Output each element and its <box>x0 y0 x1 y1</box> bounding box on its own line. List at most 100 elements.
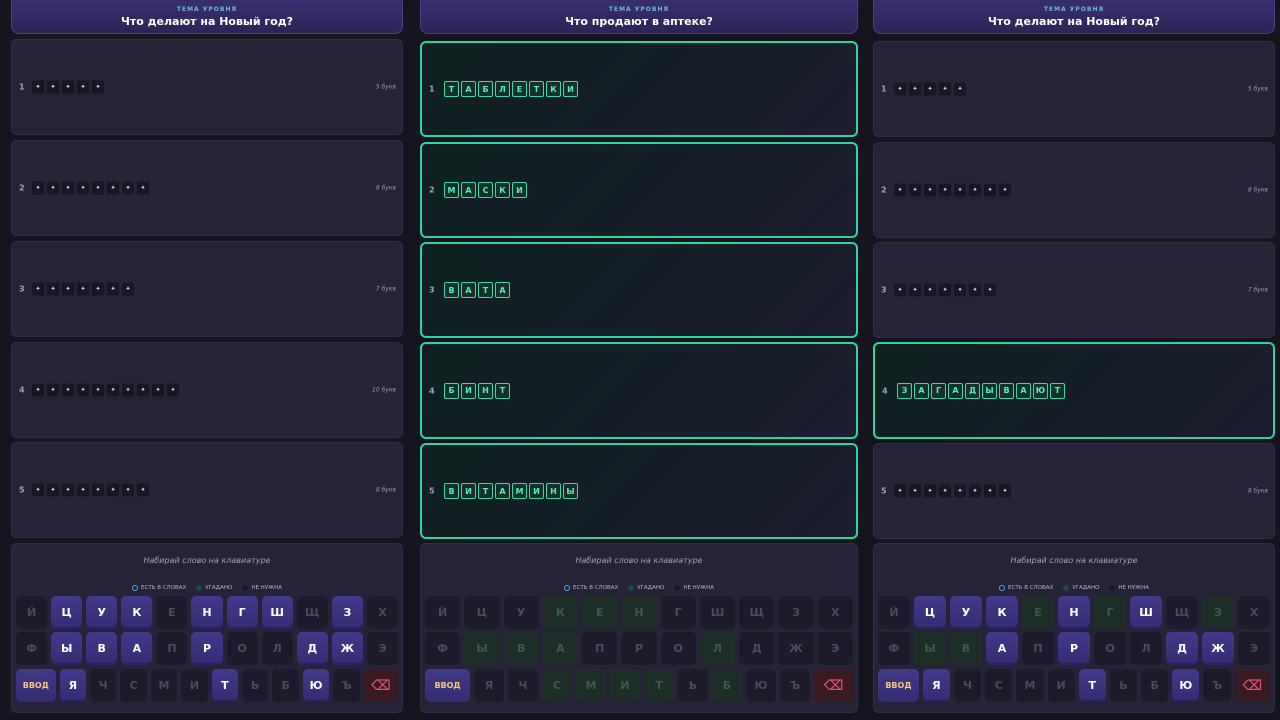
word-row[interactable]: 3ВАТА <box>420 242 858 338</box>
backspace-button[interactable]: ⌫ <box>814 669 853 702</box>
key-Ж[interactable]: Ж <box>778 632 814 665</box>
key-И[interactable]: И <box>610 669 640 702</box>
key-Ш[interactable]: Ш <box>1130 596 1162 629</box>
key-Т[interactable]: Т <box>1078 669 1106 702</box>
key-В[interactable]: В <box>86 632 118 665</box>
key-Р[interactable]: Р <box>1058 632 1090 665</box>
enter-button[interactable]: ВВОД <box>16 669 56 702</box>
key-А[interactable]: А <box>542 632 579 665</box>
key-И[interactable]: И <box>181 669 208 702</box>
key-Р[interactable]: Р <box>191 632 223 665</box>
key-Е[interactable]: Е <box>1022 596 1054 629</box>
key-У[interactable]: У <box>86 596 118 629</box>
key-Т[interactable]: Т <box>644 669 674 702</box>
key-К[interactable]: К <box>121 596 153 629</box>
key-О[interactable]: О <box>660 632 696 665</box>
word-row[interactable]: 28 букв ✦ ✦ ✦ ✦ ✦ ✦ ✦ ✦ <box>873 142 1275 238</box>
key-Т[interactable]: Т <box>211 669 239 702</box>
key-У[interactable]: У <box>950 596 982 629</box>
key-Э[interactable]: Э <box>1238 632 1270 665</box>
key-З[interactable]: З <box>778 596 814 629</box>
key-Ы[interactable]: Ы <box>464 632 500 665</box>
word-row[interactable]: 37 букв ✦ ✦ ✦ ✦ ✦ ✦ ✦ <box>873 242 1275 338</box>
key-Ч[interactable]: Ч <box>90 669 117 702</box>
word-row[interactable]: 4 10 букв ✦ ✦ ✦ ✦ ✦ ✦ ✦ ✦ ✦ ✦ <box>11 342 403 438</box>
key-С[interactable]: С <box>120 669 147 702</box>
key-Ъ[interactable]: Ъ <box>1203 669 1231 702</box>
key-Й[interactable]: Й <box>878 596 910 629</box>
key-Ь[interactable]: Ь <box>1109 669 1138 702</box>
key-Л[interactable]: Л <box>699 632 736 665</box>
key-Д[interactable]: Д <box>1166 632 1198 665</box>
key-Х[interactable]: Х <box>1238 596 1270 629</box>
key-К[interactable]: К <box>542 596 579 629</box>
key-Й[interactable]: Й <box>425 596 461 629</box>
word-row[interactable]: 37 букв ✦ ✦ ✦ ✦ ✦ ✦ ✦ <box>11 241 403 337</box>
key-Е[interactable]: Е <box>582 596 618 629</box>
key-О[interactable]: О <box>226 632 258 665</box>
key-Ъ[interactable]: Ъ <box>780 669 810 702</box>
key-Е[interactable]: Е <box>156 596 188 629</box>
key-В[interactable]: В <box>950 632 982 665</box>
key-С[interactable]: С <box>542 669 572 702</box>
key-А[interactable]: А <box>121 632 153 665</box>
key-Я[interactable]: Я <box>474 669 504 702</box>
key-Л[interactable]: Л <box>261 632 293 665</box>
key-Ц[interactable]: Ц <box>51 596 83 629</box>
key-Э[interactable]: Э <box>366 632 399 665</box>
key-Я[interactable]: Я <box>59 669 87 702</box>
enter-button[interactable]: ВВОД <box>425 669 470 702</box>
key-Ф[interactable]: Ф <box>16 632 48 665</box>
key-Щ[interactable]: Щ <box>739 596 775 629</box>
key-Ж[interactable]: Ж <box>1202 632 1234 665</box>
key-З[interactable]: З <box>1202 596 1234 629</box>
key-О[interactable]: О <box>1094 632 1126 665</box>
key-Г[interactable]: Г <box>226 596 258 629</box>
key-Н[interactable]: Н <box>191 596 223 629</box>
key-Ж[interactable]: Ж <box>331 632 363 665</box>
key-Ы[interactable]: Ы <box>914 632 946 665</box>
key-М[interactable]: М <box>1016 669 1044 702</box>
key-Х[interactable]: Х <box>817 596 853 629</box>
key-Н[interactable]: Н <box>1058 596 1090 629</box>
key-Д[interactable]: Д <box>296 632 328 665</box>
key-А[interactable]: А <box>986 632 1018 665</box>
key-Р[interactable]: Р <box>621 632 657 665</box>
key-Л[interactable]: Л <box>1130 632 1162 665</box>
key-Ц[interactable]: Ц <box>914 596 946 629</box>
key-Н[interactable]: Н <box>621 596 657 629</box>
key-Ш[interactable]: Ш <box>261 596 293 629</box>
key-Ь[interactable]: Ь <box>242 669 269 702</box>
key-Ю[interactable]: Ю <box>1172 669 1200 702</box>
key-Б[interactable]: Б <box>272 669 299 702</box>
key-Ф[interactable]: Ф <box>425 632 461 665</box>
key-П[interactable]: П <box>582 632 618 665</box>
key-П[interactable]: П <box>1022 632 1054 665</box>
word-row[interactable]: 1ТАБЛЕТКИ <box>420 41 858 137</box>
key-Б[interactable]: Б <box>712 669 742 702</box>
key-Ц[interactable]: Ц <box>464 596 500 629</box>
key-Ъ[interactable]: Ъ <box>333 669 360 702</box>
word-row[interactable]: 4ЗАГАДЫВАЮТ <box>873 342 1275 439</box>
word-row[interactable]: 4БИНТ <box>420 342 858 439</box>
key-Ф[interactable]: Ф <box>878 632 910 665</box>
key-М[interactable]: М <box>150 669 178 702</box>
key-Ч[interactable]: Ч <box>508 669 538 702</box>
key-Ы[interactable]: Ы <box>51 632 83 665</box>
key-Й[interactable]: Й <box>16 596 48 629</box>
enter-button[interactable]: ВВОД <box>878 669 919 702</box>
word-row[interactable]: 28 букв ✦ ✦ ✦ ✦ ✦ ✦ ✦ ✦ <box>11 140 403 236</box>
key-У[interactable]: У <box>503 596 539 629</box>
key-П[interactable]: П <box>156 632 188 665</box>
word-row[interactable]: 15 букв ✦ ✦ ✦ ✦ ✦ <box>11 39 403 135</box>
backspace-button[interactable]: ⌫ <box>1234 669 1270 702</box>
key-Х[interactable]: Х <box>366 596 399 629</box>
word-row[interactable]: 5ВИТАМИНЫ <box>420 443 858 539</box>
key-И[interactable]: И <box>1047 669 1075 702</box>
key-С[interactable]: С <box>985 669 1013 702</box>
key-Щ[interactable]: Щ <box>1166 596 1198 629</box>
word-row[interactable]: 15 букв ✦ ✦ ✦ ✦ ✦ <box>873 41 1275 137</box>
key-Ю[interactable]: Ю <box>746 669 776 702</box>
key-Щ[interactable]: Щ <box>296 596 328 629</box>
key-Ю[interactable]: Ю <box>302 669 330 702</box>
